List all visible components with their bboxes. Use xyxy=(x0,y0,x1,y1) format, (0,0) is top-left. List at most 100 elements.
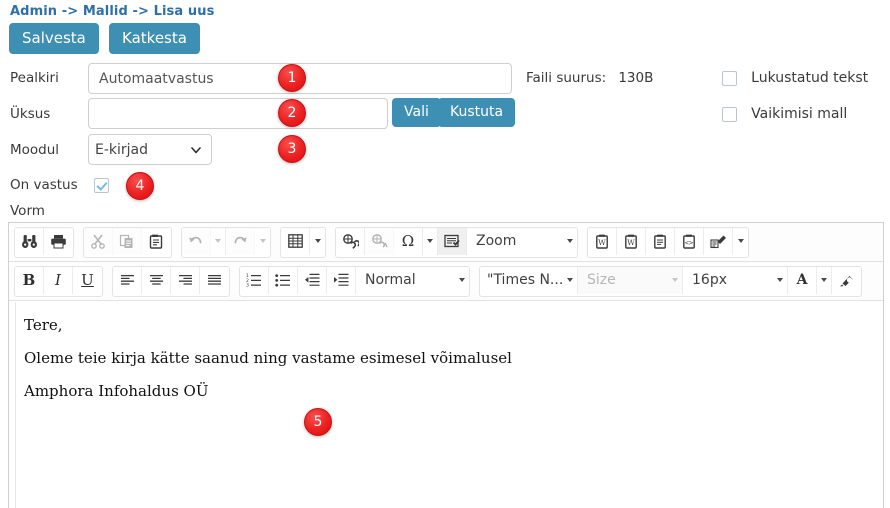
svg-text:3: 3 xyxy=(246,283,249,287)
is-reply-row[interactable]: On vastus xyxy=(10,177,109,193)
align-right-icon[interactable] xyxy=(171,266,200,294)
link-icon[interactable] xyxy=(336,227,365,255)
module-select[interactable]: E-kirjad xyxy=(88,134,212,165)
font-size-dropdown-arrow xyxy=(672,278,678,282)
zoom-value: Zoom xyxy=(476,233,517,249)
text-color-dropdown-arrow[interactable] xyxy=(817,266,832,294)
module-label-wrap: Moodul xyxy=(10,142,59,158)
svg-text:W: W xyxy=(627,238,635,247)
filesize-label: Faili suurus: xyxy=(526,70,607,86)
editor-paragraph: Amphora Infohaldus OÜ xyxy=(24,381,209,400)
toolbar-group-clipboard xyxy=(83,226,172,258)
align-left-icon[interactable] xyxy=(113,266,142,294)
decrease-indent-icon[interactable] xyxy=(298,266,327,294)
font-family-dropdown[interactable]: "Times N... xyxy=(480,266,578,294)
font-family-dropdown-arrow xyxy=(567,278,574,282)
unit-input[interactable] xyxy=(88,98,388,129)
font-size-px-dropdown-arrow xyxy=(777,278,783,282)
numbered-list-icon[interactable]: 123 xyxy=(240,266,269,294)
filesize-wrap: Faili suurus: 130B xyxy=(526,70,653,86)
unit-select-button[interactable]: Vali xyxy=(392,98,441,127)
toolbar-group-alignment xyxy=(112,265,230,297)
editor-paragraph: Oleme teie kirja kätte saanud ning vasta… xyxy=(24,348,512,367)
is-reply-checkbox[interactable] xyxy=(93,178,109,193)
default-template-row[interactable]: Vaikimisi mall xyxy=(722,106,847,122)
copy-icon[interactable] xyxy=(113,227,142,255)
svg-text:W: W xyxy=(598,238,606,247)
font-size-px-value: 16px xyxy=(692,272,727,288)
undo-dropdown-arrow[interactable] xyxy=(211,227,226,255)
title-label: Pealkiri xyxy=(10,70,59,86)
paste-from-word-icon[interactable]: W xyxy=(588,227,617,255)
font-size-px-dropdown[interactable]: 16px xyxy=(683,266,788,294)
text-color-button[interactable]: A xyxy=(788,266,817,294)
increase-indent-icon[interactable] xyxy=(327,266,356,294)
zoom-dropdown-arrow xyxy=(567,239,573,243)
underline-glyph: U xyxy=(81,270,94,289)
unlink-icon[interactable] xyxy=(365,227,394,255)
paragraph-format-dropdown[interactable]: Normal xyxy=(356,266,469,294)
redo-icon[interactable] xyxy=(226,227,255,255)
bold-button[interactable]: B xyxy=(15,266,44,294)
find-icon[interactable] xyxy=(15,227,44,255)
align-justify-icon[interactable] xyxy=(200,266,229,294)
rich-text-editor: Ω Zoom W W <> B I U 1 2 3 Normal "Times … xyxy=(8,222,884,508)
locked-text-row[interactable]: Lukustatud tekst xyxy=(722,70,868,86)
locked-text-label: Lukustatud tekst xyxy=(751,70,869,86)
special-character-icon[interactable]: Ω xyxy=(394,227,423,255)
module-select-wrap[interactable]: E-kirjad xyxy=(88,134,212,165)
italic-button[interactable]: I xyxy=(44,266,73,294)
redo-dropdown-arrow[interactable] xyxy=(255,227,270,255)
annotation-badge-1: 1 xyxy=(278,64,306,92)
format-painter-dropdown-arrow[interactable] xyxy=(733,227,748,255)
editor-content-area[interactable]: Tere, Oleme teie kirja kätte saanud ning… xyxy=(15,302,883,508)
page-break-icon[interactable] xyxy=(438,227,467,255)
toolbar-group-basic-styles: B I U xyxy=(14,265,103,297)
paste-html-icon[interactable]: <> xyxy=(675,227,704,255)
save-button[interactable]: Salvesta xyxy=(9,23,99,54)
title-label-wrap: Pealkiri xyxy=(10,70,59,86)
default-template-checkbox[interactable] xyxy=(722,106,737,122)
format-painter-icon[interactable] xyxy=(704,227,733,255)
toolbar-group-table xyxy=(280,226,326,258)
underline-button[interactable]: U xyxy=(73,266,102,294)
annotation-badge-2: 2 xyxy=(278,99,306,127)
cut-icon[interactable] xyxy=(84,227,113,255)
paragraph-format-value: Normal xyxy=(365,272,416,288)
unit-label-wrap: Üksus xyxy=(10,106,50,122)
toolbar-group-history xyxy=(181,226,271,258)
paragraph-format-dropdown-arrow xyxy=(459,278,465,282)
toolbar-group-paragraph: 123 Normal xyxy=(239,265,470,297)
cancel-button[interactable]: Katkesta xyxy=(109,23,200,54)
paste-plain-text-icon[interactable] xyxy=(646,227,675,255)
print-icon[interactable] xyxy=(44,227,73,255)
top-action-bar: Salvesta Katkesta xyxy=(9,23,200,54)
breadcrumb[interactable]: Admin -> Mallid -> Lisa uus xyxy=(10,4,214,19)
paste-from-word-alt-icon[interactable]: W xyxy=(617,227,646,255)
is-reply-label: On vastus xyxy=(10,177,78,193)
toolbar-group-font: "Times N... Size 16px A xyxy=(479,265,862,297)
table-icon[interactable] xyxy=(281,227,310,255)
module-label: Moodul xyxy=(10,142,60,158)
table-dropdown-arrow[interactable] xyxy=(310,227,325,255)
unit-delete-button[interactable]: Kustuta xyxy=(438,98,516,127)
locked-text-checkbox[interactable] xyxy=(722,70,737,86)
undo-icon[interactable] xyxy=(182,227,211,255)
annotation-badge-3: 3 xyxy=(278,135,306,163)
highlight-icon[interactable] xyxy=(832,266,861,294)
unit-label: Üksus xyxy=(10,106,51,122)
font-size-dropdown[interactable]: Size xyxy=(578,266,683,294)
svg-text:<>: <> xyxy=(684,239,692,247)
form-label-wrap: Vorm xyxy=(10,203,45,219)
filesize-value: 130B xyxy=(618,70,654,86)
bold-glyph: B xyxy=(22,270,36,289)
bulleted-list-icon[interactable] xyxy=(269,266,298,294)
zoom-dropdown[interactable]: Zoom xyxy=(467,227,577,255)
default-template-label: Vaikimisi mall xyxy=(751,106,848,122)
special-character-dropdown-arrow[interactable] xyxy=(423,227,438,255)
align-center-icon[interactable] xyxy=(142,266,171,294)
paste-icon[interactable] xyxy=(142,227,171,255)
editor-paragraph: Tere, xyxy=(24,316,63,334)
toolbar-group-paste-special: W W <> xyxy=(587,226,749,258)
font-size-placeholder: Size xyxy=(587,272,616,288)
